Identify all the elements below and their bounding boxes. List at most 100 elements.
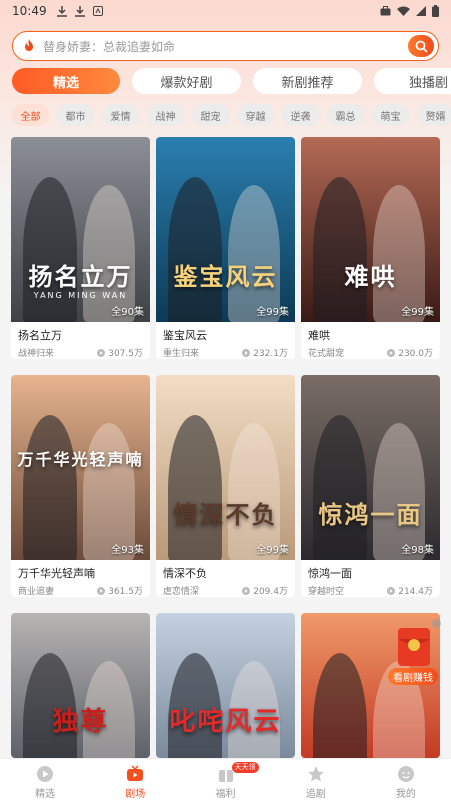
status-bar: 10:49 bbox=[0, 0, 451, 22]
drama-title[interactable]: 难哄 bbox=[308, 327, 433, 343]
play-count-icon bbox=[387, 586, 396, 595]
poster-figure bbox=[168, 415, 222, 560]
view-count: 214.4万 bbox=[398, 587, 433, 597]
category-chip[interactable]: 霸总 bbox=[327, 104, 364, 126]
nav-profile[interactable]: 我的 bbox=[361, 759, 451, 803]
drama-info: 鉴宝风云重生归来 232.1万 bbox=[156, 322, 295, 359]
play-count-icon bbox=[242, 348, 251, 357]
drama-title[interactable]: 万千华光轻声喃 bbox=[18, 565, 143, 581]
episode-count: 全93集 bbox=[111, 545, 144, 556]
search-placeholder[interactable]: 替身娇妻：总裁追妻如命 bbox=[43, 38, 408, 55]
category-chip[interactable]: 赘婿 bbox=[417, 104, 451, 126]
drama-poster[interactable]: 难哄 全99集 bbox=[301, 137, 440, 322]
drama-genre: 重生归来 bbox=[163, 349, 200, 359]
drama-poster[interactable]: 独尊 bbox=[11, 613, 150, 758]
signal-icon bbox=[416, 6, 426, 16]
category-chip[interactable]: 逆袭 bbox=[282, 104, 319, 126]
battery-icon bbox=[432, 5, 439, 17]
episode-count: 全99集 bbox=[256, 307, 289, 318]
view-count: 232.1万 bbox=[253, 349, 288, 359]
drama-card[interactable]: 鉴宝风云 全99集 鉴宝风云 重生归来 232.1万 bbox=[156, 137, 295, 359]
poster-figure bbox=[23, 415, 77, 560]
poster-figure bbox=[373, 185, 425, 322]
drama-title[interactable]: 鉴宝风云 bbox=[163, 327, 288, 343]
search-bar[interactable]: 替身娇妻：总裁追妻如命 bbox=[12, 31, 439, 61]
nav-welfare[interactable]: 天天领 福利 bbox=[180, 759, 270, 803]
drama-meta: 穿越时空 214.4万 bbox=[308, 584, 433, 597]
drama-meta: 商业追妻 361.5万 bbox=[18, 584, 143, 597]
play-count-icon bbox=[97, 586, 106, 595]
drama-poster[interactable]: 叱咤风云 bbox=[156, 613, 295, 758]
drama-genre: 穿越时空 bbox=[308, 587, 345, 597]
category-chip[interactable]: 全部 bbox=[12, 104, 49, 126]
status-time: 10:49 bbox=[12, 4, 47, 18]
drama-poster[interactable]: 情深不负 全99集 bbox=[156, 375, 295, 560]
nav-label: 精选 bbox=[35, 789, 56, 800]
download-icon bbox=[56, 5, 67, 17]
drama-card[interactable]: 难哄 全99集 难哄 花式甜宠 230.0万 bbox=[301, 137, 440, 359]
poster-title: 扬名立万 bbox=[28, 262, 133, 291]
briefcase-icon bbox=[380, 6, 391, 16]
drama-card[interactable]: 万千华光轻声喃 全93集万千华光轻声喃 商业追妻 361.5万 bbox=[11, 375, 150, 597]
poster-title: 惊鸿一面 bbox=[318, 500, 423, 529]
top-tabs: 精选 爆款好剧 新剧推荐 独播剧 bbox=[12, 68, 451, 94]
tv-icon bbox=[127, 765, 144, 781]
drama-poster[interactable]: 扬名立万 YANG MING WAN 全90集 bbox=[11, 137, 150, 322]
episode-count: 全98集 bbox=[401, 545, 434, 556]
drama-genre: 虐恋情深 bbox=[163, 587, 200, 597]
drama-info: 惊鸿一面穿越时空 214.4万 bbox=[301, 560, 440, 597]
poster-figure bbox=[313, 415, 367, 560]
poster-title: 独尊 bbox=[52, 707, 109, 737]
nav-follow[interactable]: 追剧 bbox=[271, 759, 361, 803]
drama-poster[interactable]: 万千华光轻声喃 全93集 bbox=[11, 375, 150, 560]
drama-card[interactable]: 惊鸿一面 全98集 惊鸿一面 穿越时空 214.4万 bbox=[301, 375, 440, 597]
drama-meta: 花式甜宠 230.0万 bbox=[308, 346, 433, 359]
drama-info: 扬名立万 战神归来 307.5万 bbox=[11, 322, 150, 359]
drama-title[interactable]: 惊鸿一面 bbox=[308, 565, 433, 581]
drama-card[interactable]: 叱咤风云 bbox=[156, 613, 295, 758]
nav-label: 追剧 bbox=[305, 789, 326, 800]
poster-title: 鉴宝风云 bbox=[173, 262, 278, 291]
poster-title: 难哄 bbox=[344, 262, 397, 291]
category-chip[interactable]: 萌宝 bbox=[372, 104, 409, 126]
drama-title[interactable]: 情深不负 bbox=[163, 565, 288, 581]
red-envelope-icon[interactable] bbox=[392, 625, 436, 669]
search-button[interactable] bbox=[408, 35, 434, 57]
nav-badge: 天天领 bbox=[231, 762, 259, 773]
drama-title[interactable]: 扬名立万 bbox=[18, 327, 143, 343]
nav-label: 福利 bbox=[215, 789, 236, 800]
category-chip[interactable]: 甜宠 bbox=[192, 104, 229, 126]
float-ad-label[interactable]: 看剧赚钱 bbox=[388, 668, 438, 685]
tab-new[interactable]: 新剧推荐 bbox=[253, 68, 362, 94]
drama-card[interactable]: 情深不负 全99集 情深不负 虐恋情深 209.4万 bbox=[156, 375, 295, 597]
drama-card[interactable]: 扬名立万 YANG MING WAN 全90集 扬名立万 战神归来 307.5万 bbox=[11, 137, 150, 359]
view-count: 209.4万 bbox=[253, 587, 288, 597]
app-notification-icon bbox=[92, 6, 103, 16]
category-chip[interactable]: 爱情 bbox=[102, 104, 139, 126]
poster-figure bbox=[228, 185, 280, 322]
play-count-icon bbox=[387, 348, 396, 357]
drama-poster[interactable]: 惊鸿一面全98集 bbox=[301, 375, 440, 560]
view-count: 361.5万 bbox=[108, 587, 143, 597]
category-chip[interactable]: 穿越 bbox=[237, 104, 274, 126]
category-chip[interactable]: 战神 bbox=[147, 104, 184, 126]
drama-meta: 重生归来 232.1万 bbox=[163, 346, 288, 359]
float-close-icon[interactable] bbox=[432, 619, 441, 628]
poster-figure bbox=[83, 185, 135, 322]
fire-icon bbox=[25, 39, 33, 51]
nav-featured[interactable]: 精选 bbox=[0, 759, 90, 803]
drama-card[interactable]: 独尊 bbox=[11, 613, 150, 758]
poster-figure bbox=[168, 177, 222, 322]
nav-theater[interactable]: 剧场 bbox=[90, 759, 180, 803]
episode-count: 全90集 bbox=[111, 307, 144, 318]
drama-info: 情深不负虐恋情深 209.4万 bbox=[156, 560, 295, 597]
episode-count: 全99集 bbox=[256, 545, 289, 556]
tab-hot[interactable]: 爆款好剧 bbox=[132, 68, 241, 94]
tab-featured[interactable]: 精选 bbox=[12, 68, 120, 94]
poster-figure bbox=[228, 423, 280, 560]
nav-label: 我的 bbox=[395, 789, 416, 800]
wifi-icon bbox=[397, 6, 410, 16]
category-chip[interactable]: 都市 bbox=[57, 104, 94, 126]
tab-exclusive[interactable]: 独播剧 bbox=[374, 68, 451, 94]
drama-poster[interactable]: 鉴宝风云全99集 bbox=[156, 137, 295, 322]
